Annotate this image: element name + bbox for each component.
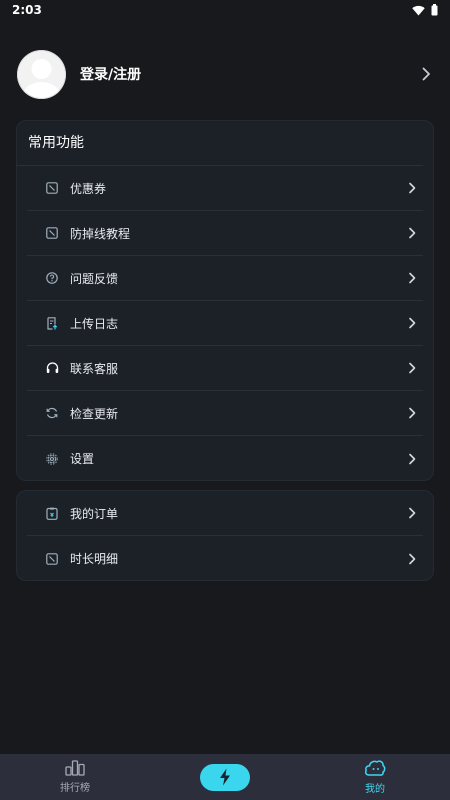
battery-icon (431, 4, 438, 16)
headset-icon (45, 361, 59, 375)
coupon-icon (45, 181, 59, 195)
menu-item-anti-disconnect-tutorial[interactable]: 防掉线教程 (27, 211, 423, 256)
chevron-right-icon (409, 553, 416, 564)
account-card: 我的订单 时长明细 (16, 490, 434, 581)
bottom-nav: 排行榜 我的 (0, 754, 450, 800)
menu-item-contact-support[interactable]: 联系客服 (27, 346, 423, 391)
menu-item-label: 问题反馈 (70, 271, 119, 286)
menu-item-settings[interactable]: 设置 (27, 436, 423, 481)
card-title-label: 常用功能 (28, 135, 84, 151)
lightning-icon (220, 768, 230, 786)
status-icons (412, 4, 438, 16)
gear-icon (45, 452, 59, 466)
boost-button[interactable] (200, 763, 250, 791)
chevron-right-icon (409, 407, 416, 419)
avatar[interactable] (17, 49, 66, 99)
refresh-icon (45, 406, 59, 420)
login-register-row[interactable]: 登录/注册 (17, 49, 437, 99)
menu-item-label: 检查更新 (70, 406, 119, 421)
duration-icon (45, 552, 59, 566)
order-icon (45, 506, 59, 520)
profile-cloud-icon (364, 760, 386, 776)
menu-item-check-update[interactable]: 检查更新 (27, 391, 423, 436)
status-bar: 2:03 (0, 0, 450, 20)
menu-item-my-orders[interactable]: 我的订单 (27, 491, 423, 536)
profile-screen: 2:03 登录/注册 常用功能 优惠券 防掉线教程 问题反馈 上传日志 联系客服… (0, 0, 450, 800)
menu-item-label: 上传日志 (70, 316, 119, 331)
wifi-icon (412, 5, 425, 16)
nav-ranking-label: 排行榜 (60, 783, 90, 794)
nav-mine[interactable]: 我的 (300, 754, 450, 800)
chevron-right-icon (409, 453, 416, 464)
menu-item-coupon[interactable]: 优惠券 (27, 166, 423, 211)
nav-mine-label: 我的 (365, 784, 385, 795)
help-circle-icon (45, 271, 59, 285)
common-functions-title: 常用功能 (17, 121, 423, 166)
menu-item-duration-details[interactable]: 时长明细 (27, 536, 423, 581)
chevron-right-icon (409, 272, 416, 284)
chevron-right-icon (409, 362, 416, 374)
nav-ranking[interactable]: 排行榜 (0, 754, 150, 800)
menu-item-label: 时长明细 (70, 552, 119, 566)
common-functions-card: 常用功能 优惠券 防掉线教程 问题反馈 上传日志 联系客服 检查更新 设置 (16, 120, 434, 481)
tutorial-icon (45, 226, 59, 240)
menu-item-upload-log[interactable]: 上传日志 (27, 301, 423, 346)
menu-item-label: 设置 (70, 452, 95, 466)
chevron-right-icon[interactable] (419, 67, 433, 81)
chevron-right-icon (409, 317, 416, 329)
ranking-icon (65, 760, 85, 776)
menu-item-feedback[interactable]: 问题反馈 (27, 256, 423, 301)
status-time: 2:03 (12, 3, 42, 17)
chevron-right-icon (409, 227, 416, 239)
chevron-right-icon (409, 507, 416, 519)
default-avatar-icon (17, 49, 66, 99)
menu-item-label: 我的订单 (70, 506, 119, 521)
menu-item-label: 联系客服 (70, 361, 119, 376)
chevron-right-icon (409, 182, 416, 194)
menu-item-label: 优惠券 (70, 181, 107, 196)
upload-log-icon (45, 316, 59, 330)
menu-item-label: 防掉线教程 (70, 226, 131, 241)
nav-boost[interactable] (150, 754, 300, 800)
login-register-label[interactable]: 登录/注册 (80, 64, 419, 84)
